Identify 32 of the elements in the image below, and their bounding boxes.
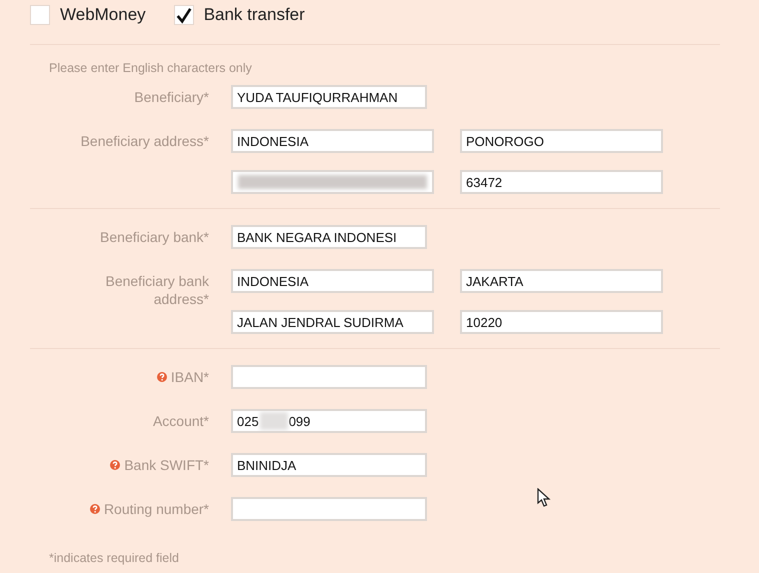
input-field[interactable]: PONOROGO: [460, 129, 663, 153]
input-field[interactable]: 63472: [460, 170, 663, 194]
field-label: Beneficiary address*: [80, 132, 209, 150]
field-label: Routing number*: [104, 500, 209, 518]
field-label: Beneficiary bank*: [100, 228, 209, 246]
cursor-icon: [537, 488, 551, 508]
checkbox-label[interactable]: Bank transfer: [204, 5, 305, 25]
footnote-text: *indicates required field: [49, 551, 180, 565]
input-field[interactable]: 10220: [460, 310, 663, 334]
field-label: Account*: [152, 412, 209, 430]
field-label: Bank SWIFT*: [124, 456, 209, 474]
checkbox-label[interactable]: WebMoney: [60, 5, 146, 25]
checkbox[interactable]: [30, 5, 50, 25]
input-field[interactable]: JALAN JENDRAL SUDIRMA: [231, 310, 434, 334]
input-field[interactable]: BANK NEGARA INDONESI: [231, 225, 427, 249]
field-label: Beneficiary bank address*: [104, 272, 209, 308]
hint-text: Please enter English characters only: [49, 61, 253, 75]
help-icon[interactable]: [110, 460, 120, 470]
field-label: Beneficiary*: [134, 88, 209, 106]
help-icon[interactable]: [156, 372, 167, 382]
help-icon[interactable]: [90, 504, 100, 514]
input-field[interactable]: BNINIDJA: [231, 453, 427, 477]
input-field[interactable]: JAKARTA: [460, 269, 663, 293]
checkbox[interactable]: [174, 5, 194, 25]
field-label: IBAN*: [170, 368, 209, 386]
input-field[interactable]: [231, 497, 427, 521]
input-field[interactable]: 025 099: [231, 409, 427, 433]
input-field[interactable]: [231, 365, 427, 389]
input-field[interactable]: INDONESIA: [231, 269, 434, 293]
input-field[interactable]: INDONESIA: [231, 129, 434, 153]
input-field[interactable]: [231, 170, 434, 194]
input-field[interactable]: YUDA TAUFIQURRAHMAN: [231, 85, 427, 109]
